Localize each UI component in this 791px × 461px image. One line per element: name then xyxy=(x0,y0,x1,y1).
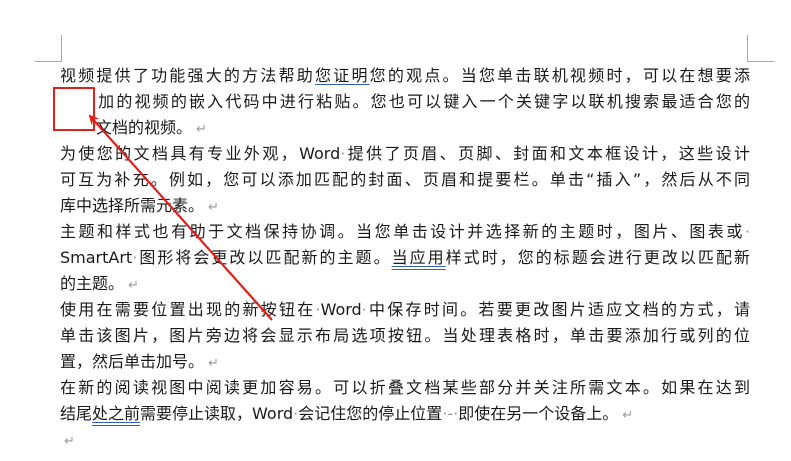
text-line: 视频提供了功能强大的方法帮助您证明您的观点。当您单击联机视频时，可以在想要添 xyxy=(60,63,750,89)
paragraph-mark-icon: ↵ xyxy=(208,356,219,371)
text-run: 会记住您的停止位置 xyxy=(298,404,443,423)
text-run: 需要停止读取，Word xyxy=(140,404,294,423)
text-run: 样式时，您的标题会进行更改以匹配新 xyxy=(445,248,750,267)
text-run: 视频提供了功能强大的方法帮助 xyxy=(60,66,316,85)
text-line: 的主题。 ↵ xyxy=(60,271,750,297)
text-line: 在新的阅读视图中阅读更加容易。可以折叠文档某些部分并关注所需文本。如果在达到 xyxy=(60,375,750,401)
text-run: 图形将会更改以匹配新的主题。 xyxy=(137,248,392,267)
text-run: 即使在另一个设备上。 xyxy=(458,404,619,423)
text-line: 使用在需要位置出现的新按钮在·Word·中保存时间。若要更改图片适应文档的方式，… xyxy=(60,297,750,323)
space-mark: · xyxy=(744,222,750,241)
paragraph[interactable]: 视频提供了功能强大的方法帮助您证明您的观点。当您单击联机视频时，可以在想要添加的… xyxy=(60,63,750,141)
paragraph[interactable]: 使用在需要位置出现的新按钮在·Word·中保存时间。若要更改图片适应文档的方式，… xyxy=(60,297,750,375)
text-line: 库中选择所需元素。 ↵ xyxy=(60,193,750,219)
text-run: 主题和样式也有助于文档保持协调。当您单击设计并选择新的主题时，图片、图表或 xyxy=(60,222,745,241)
text-run: 中保存时间。若要更改图片适应文档的方式，请 xyxy=(366,300,750,319)
grammar-flag-text: 处之前 xyxy=(92,404,141,423)
paragraph-mark-icon: ↵ xyxy=(622,408,634,423)
text-run: 可互为补充。例如，您可以添加匹配的封面、页眉和提要栏。单击“插入”，然后从不同 xyxy=(60,170,750,189)
document-page[interactable]: 视频提供了功能强大的方法帮助您证明您的观点。当您单击联机视频时，可以在想要添加的… xyxy=(0,0,791,461)
text-line: 主题和样式也有助于文档保持协调。当您单击设计并选择新的主题时，图片、图表或· xyxy=(60,219,750,245)
text-line: 结尾处之前需要停止读取，Word·会记住您的停止位置·-·即使在另一个设备上。 ↵ xyxy=(60,401,750,427)
paragraph-mark-icon: ↵ xyxy=(196,122,207,137)
text-run: 文档的视频。 xyxy=(96,118,193,137)
paragraph-mark-icon: ↵ xyxy=(208,200,219,215)
space-mark: ·-· xyxy=(442,404,459,423)
paragraph-mark-icon: ↵ xyxy=(64,434,75,449)
text-run: SmartArt xyxy=(60,248,133,267)
text-run: 的主题。 xyxy=(60,274,125,293)
text-line: 为使您的文档具有专业外观，Word·提供了页眉、页脚、封面和文本框设计，这些设计 xyxy=(60,141,750,167)
text-line: 可互为补充。例如，您可以添加匹配的封面、页眉和提要栏。单击“插入”，然后从不同 xyxy=(60,167,750,193)
text-line: 单击该图片，图片旁边将会显示布局选项按钮。当处理表格时，单击要添加行或列的位 xyxy=(60,323,750,349)
text-run: Word xyxy=(320,300,362,319)
grammar-flag-text: 当应用 xyxy=(391,248,446,267)
paragraph[interactable]: ↵ xyxy=(60,427,750,453)
text-run: 您的观点。当您单击联机视频时，可以在想要添 xyxy=(369,66,750,85)
paragraph[interactable]: 在新的阅读视图中阅读更加容易。可以折叠文档某些部分并关注所需文本。如果在达到 结尾… xyxy=(60,375,750,427)
top-right-crop-mark xyxy=(747,35,774,62)
text-run: 为使您的文档具有专业外观，Word xyxy=(60,144,341,163)
grammar-flag-text: 您证明 xyxy=(315,66,370,85)
text-line: 加的视频的嵌入代码中进行粘贴。您也可以键入一个关键字以联机搜索最适合您的 xyxy=(60,89,750,115)
text-run: 在新的阅读视图中阅读更加容易。可以折叠文档某些部分并关注所需文本。如果在达到 xyxy=(60,378,750,397)
top-left-crop-mark xyxy=(35,35,62,62)
text-run: 库中选择所需元素。 xyxy=(60,196,205,215)
paragraph[interactable]: 为使您的文档具有专业外观，Word·提供了页眉、页脚、封面和文本框设计，这些设计… xyxy=(60,141,750,219)
text-line: ↵ xyxy=(60,427,750,453)
annotation-highlight-box xyxy=(53,87,95,131)
text-run: 使用在需要位置出现的新按钮在 xyxy=(60,300,316,319)
document-body[interactable]: 视频提供了功能强大的方法帮助您证明您的观点。当您单击联机视频时，可以在想要添加的… xyxy=(60,63,750,453)
text-run: 加的视频的嵌入代码中进行粘贴。您也可以键入一个关键字以联机搜索最适合您的 xyxy=(96,92,750,111)
text-run: 单击该图片，图片旁边将会显示布局选项按钮。当处理表格时，单击要添加行或列的位 xyxy=(60,326,750,345)
paragraph-mark-icon: ↵ xyxy=(128,278,139,293)
text-line: 置，然后单击加号。 ↵ xyxy=(60,349,750,375)
paragraph[interactable]: 主题和样式也有助于文档保持协调。当您单击设计并选择新的主题时，图片、图表或· Sm… xyxy=(60,219,750,297)
text-run: 置，然后单击加号。 xyxy=(60,352,205,371)
text-line: SmartArt·图形将会更改以匹配新的主题。当应用样式时，您的标题会进行更改以… xyxy=(60,245,750,271)
text-run: 结尾 xyxy=(60,404,93,423)
text-run: 提供了页眉、页脚、封面和文本框设计，这些设计 xyxy=(345,144,750,163)
text-line: 文档的视频。 ↵ xyxy=(60,115,750,141)
